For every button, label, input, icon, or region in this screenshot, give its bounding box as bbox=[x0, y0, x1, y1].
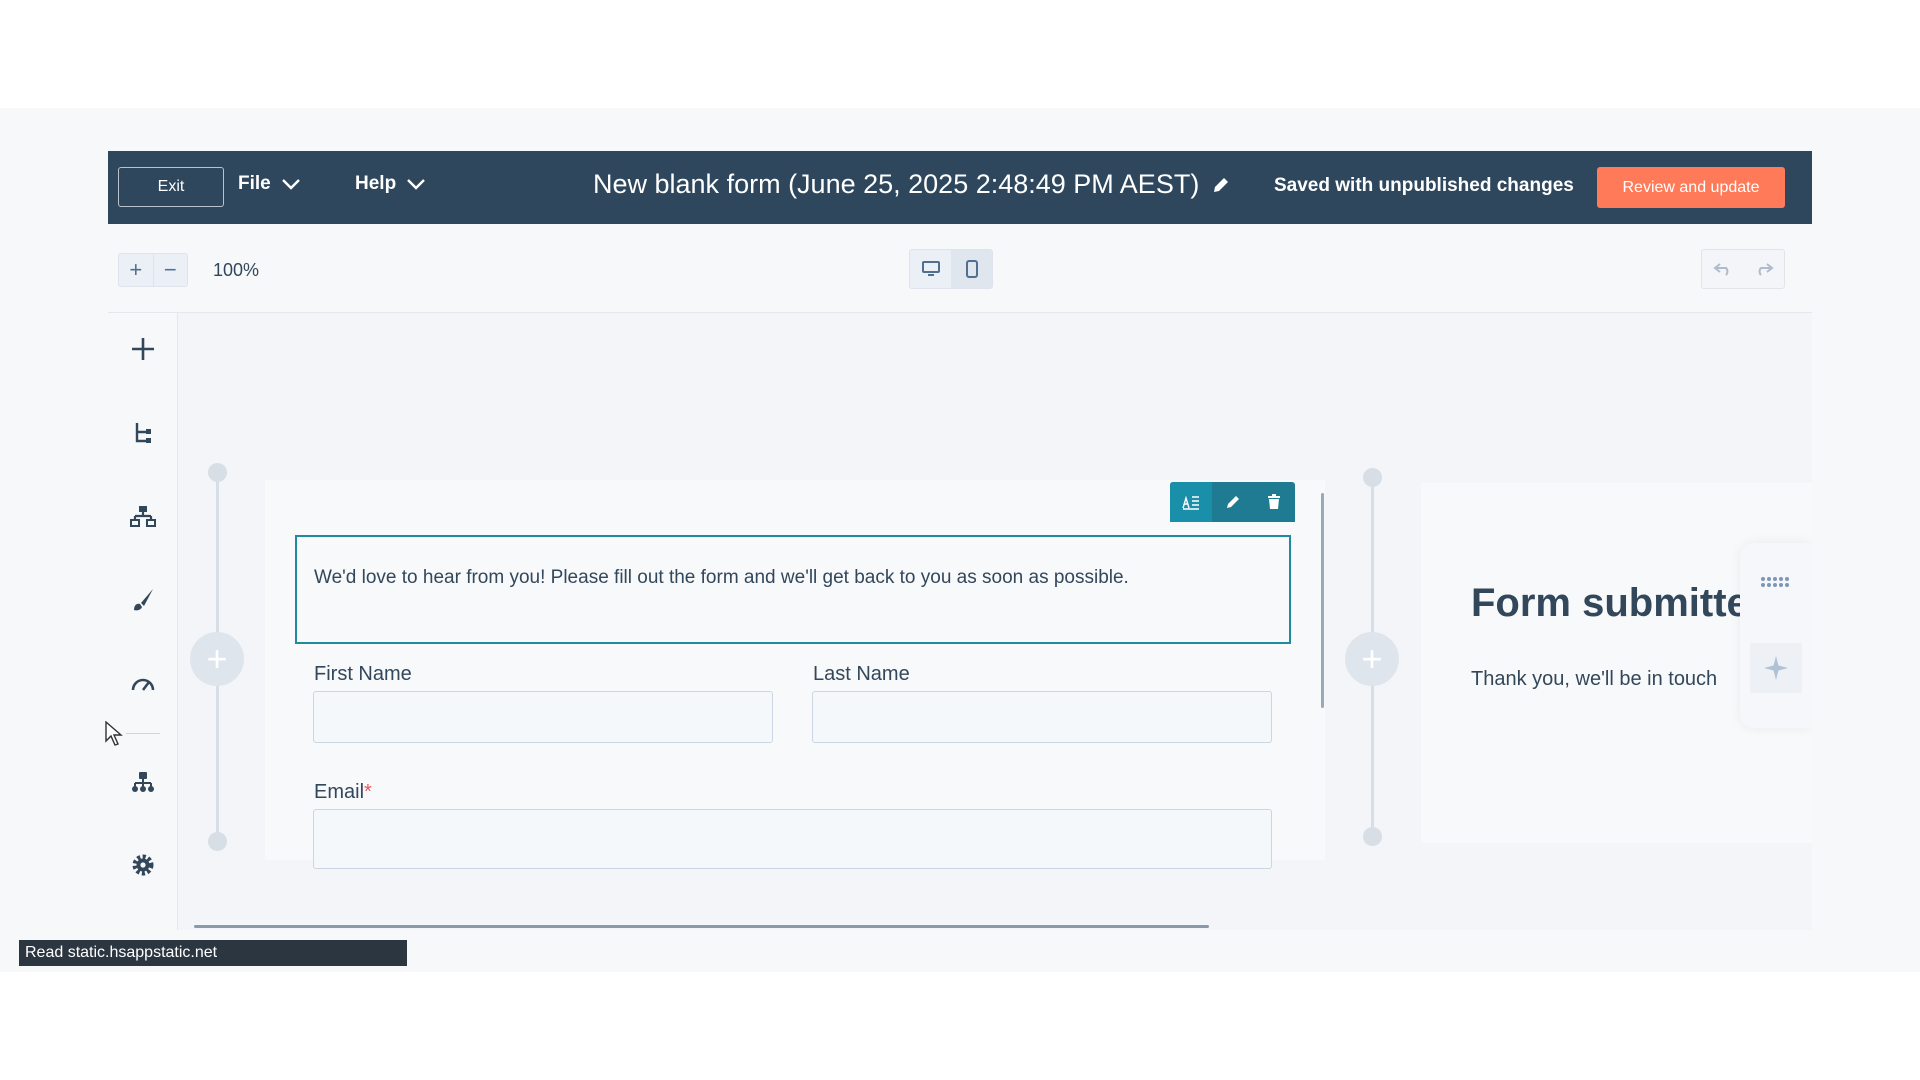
last-name-input[interactable] bbox=[812, 691, 1272, 743]
desktop-icon bbox=[921, 261, 940, 276]
mouse-cursor-icon bbox=[105, 721, 123, 746]
review-and-update-button[interactable]: Review and update bbox=[1597, 167, 1785, 208]
drag-handle-icon[interactable] bbox=[1760, 575, 1790, 593]
form-title-text: New blank form (June 25, 2025 2:48:49 PM… bbox=[593, 169, 1200, 199]
first-name-input[interactable] bbox=[313, 691, 773, 743]
zoom-out-button[interactable]: − bbox=[152, 254, 188, 286]
desktop-preview-button[interactable] bbox=[910, 250, 951, 288]
canvas-toolbar: + − 100% bbox=[108, 224, 1812, 313]
gear-icon bbox=[132, 854, 154, 876]
tree-icon bbox=[135, 423, 151, 443]
block-toolbar bbox=[1170, 482, 1295, 522]
pencil-icon[interactable] bbox=[1211, 175, 1231, 195]
rail-handle[interactable] bbox=[208, 832, 227, 851]
plus-icon: + bbox=[206, 638, 228, 679]
chevron-down-icon bbox=[281, 179, 300, 190]
file-menu-label: File bbox=[238, 173, 271, 194]
org-chart-icon bbox=[132, 772, 154, 792]
help-menu-label: Help bbox=[355, 173, 397, 194]
undo-icon bbox=[1712, 263, 1728, 276]
rail-handle[interactable] bbox=[208, 463, 227, 482]
automation-button[interactable] bbox=[128, 767, 158, 797]
mobile-preview-button[interactable] bbox=[951, 250, 992, 288]
hierarchy-icon bbox=[130, 506, 156, 527]
rail-handle[interactable] bbox=[1363, 468, 1382, 487]
zoom-in-button[interactable]: + bbox=[119, 254, 153, 286]
layers-button[interactable] bbox=[128, 418, 158, 448]
add-element-button[interactable] bbox=[128, 334, 158, 364]
mobile-icon bbox=[965, 260, 978, 278]
delete-block-button[interactable] bbox=[1253, 482, 1295, 522]
structure-button[interactable] bbox=[128, 501, 158, 531]
rail-handle[interactable] bbox=[1363, 827, 1382, 846]
left-sidebar bbox=[108, 313, 178, 930]
style-button[interactable] bbox=[128, 585, 158, 615]
zoom-level: 100% bbox=[213, 260, 260, 280]
history-controls bbox=[1701, 249, 1785, 289]
first-name-label: First Name bbox=[314, 663, 412, 685]
redo-button[interactable] bbox=[1743, 250, 1784, 288]
redo-icon bbox=[1758, 263, 1774, 276]
rich-text-edit-button[interactable] bbox=[1170, 482, 1212, 522]
add-section-button[interactable]: + bbox=[1345, 632, 1399, 686]
sidebar-divider bbox=[126, 733, 160, 734]
thank-you-title: Form submitte bbox=[1471, 581, 1749, 625]
sparkle-icon bbox=[1764, 656, 1788, 680]
rich-text-block[interactable]: We'd love to hear from you! Please fill … bbox=[295, 535, 1291, 644]
add-section-button[interactable]: + bbox=[190, 632, 244, 686]
device-preview-toggle bbox=[909, 249, 993, 289]
floating-panel bbox=[1740, 543, 1812, 728]
editor-header: Exit File Help New blank form (June 25, … bbox=[108, 151, 1812, 224]
form-title[interactable]: New blank form (June 25, 2025 2:48:49 PM… bbox=[593, 169, 1231, 200]
plus-icon: + bbox=[1361, 638, 1383, 679]
last-name-label: Last Name bbox=[813, 663, 910, 685]
ai-assistant-button[interactable] bbox=[1750, 643, 1802, 693]
exit-button[interactable]: Exit bbox=[118, 167, 224, 207]
required-asterisk: * bbox=[364, 781, 372, 803]
paintbrush-icon bbox=[134, 589, 153, 611]
text-align-icon bbox=[1182, 495, 1199, 510]
performance-button[interactable] bbox=[128, 669, 158, 699]
edit-block-button[interactable] bbox=[1212, 482, 1254, 522]
form-scrollbar[interactable] bbox=[1321, 493, 1324, 708]
help-menu[interactable]: Help bbox=[355, 173, 426, 195]
zoom-controls: + − bbox=[118, 253, 188, 287]
email-label: Email* bbox=[314, 781, 372, 804]
plus-icon bbox=[132, 338, 154, 360]
undo-button[interactable] bbox=[1702, 250, 1743, 288]
settings-button[interactable] bbox=[128, 850, 158, 880]
intro-text: We'd love to hear from you! Please fill … bbox=[314, 567, 1129, 588]
form-step-card: We'd love to hear from you! Please fill … bbox=[265, 480, 1325, 869]
email-label-text: Email bbox=[314, 781, 365, 803]
editor-canvas: + We'd love to hear from you! Please fil… bbox=[178, 313, 1812, 930]
pencil-icon bbox=[1226, 496, 1239, 508]
email-input[interactable] bbox=[313, 809, 1272, 869]
thank-you-message: Thank you, we'll be in touch bbox=[1471, 668, 1718, 690]
trash-icon bbox=[1268, 494, 1281, 509]
chevron-down-icon bbox=[407, 179, 426, 190]
horizontal-scrollbar[interactable] bbox=[194, 925, 1209, 928]
browser-status-bar: Read static.hsappstatic.net bbox=[19, 940, 407, 966]
file-menu[interactable]: File bbox=[238, 173, 301, 195]
save-status: Saved with unpublished changes bbox=[1274, 175, 1574, 196]
gauge-icon bbox=[131, 678, 155, 691]
